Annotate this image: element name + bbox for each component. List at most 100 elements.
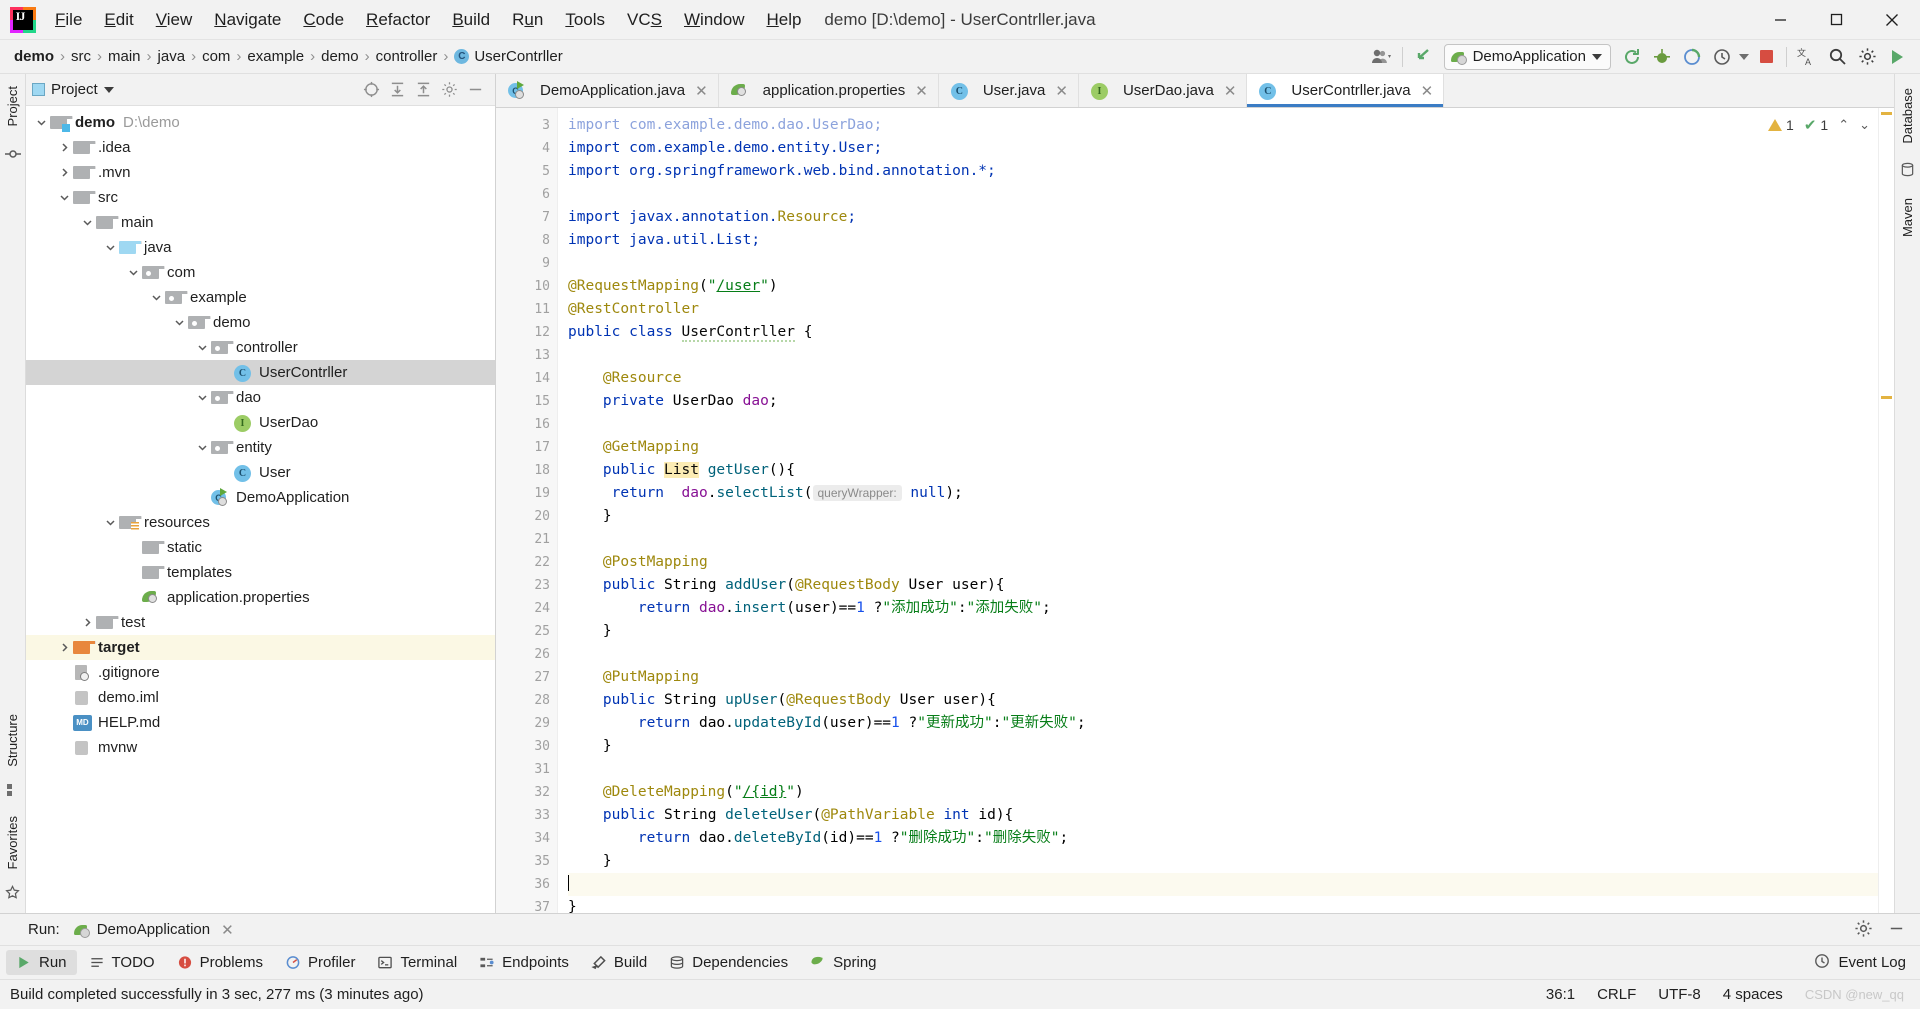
tree-node-demo[interactable]: demo [26,310,495,335]
close-icon[interactable]: ✕ [1224,82,1237,100]
tree-node-help-md[interactable]: MD HELP.md [26,710,495,735]
line-number[interactable]: 3 [496,114,557,137]
editor-tab-usercontrller-java[interactable]: C UserContrller.java ✕ [1247,74,1445,107]
chevron-right-icon[interactable] [55,139,73,157]
inspection-ok-count[interactable]: ✔ 1 [1804,116,1828,134]
editor-tab-application-properties[interactable]: application.properties ✕ [719,74,939,107]
chevron-down-icon[interactable] [103,86,114,93]
breadcrumb-item-src[interactable]: src [67,46,95,67]
tool-button-project[interactable]: Project [3,78,22,134]
line-number[interactable]: 17 [496,436,557,459]
collapse-all-icon[interactable] [389,81,407,99]
chevron-down-icon[interactable] [193,439,211,457]
build-variants-icon[interactable] [6,783,20,800]
code-line[interactable]: private UserDao dao; [568,390,1878,413]
code-line[interactable]: @PutMapping [568,666,1878,689]
menu-tools[interactable]: Tools [554,6,616,34]
line-number[interactable]: 32 [496,781,557,804]
line-number[interactable]: 15 [496,390,557,413]
line-number[interactable]: 22 [496,551,557,574]
line-number[interactable]: 6 [496,183,557,206]
tree-node-demoapplication[interactable]: C DemoApplication [26,485,495,510]
chevron-down-icon[interactable] [55,189,73,207]
prev-highlight-icon[interactable]: ⌃ [1838,117,1849,133]
tool-button-database[interactable]: Database [1898,80,1917,152]
chevron-down-icon[interactable] [147,289,165,307]
rerun-icon[interactable] [1619,45,1645,69]
code-line[interactable] [568,528,1878,551]
database-icon[interactable] [1900,162,1915,180]
line-number[interactable]: 14 [496,367,557,390]
close-icon[interactable]: ✕ [915,82,928,100]
tree-node-resources[interactable]: resources [26,510,495,535]
breadcrumb-item-demo[interactable]: demo [317,46,363,67]
breadcrumb-item-example[interactable]: example [243,46,308,67]
tool-button-structure[interactable]: Structure [3,706,22,775]
run-with-coverage-icon[interactable] [1679,45,1705,69]
tree-node-usercontrller[interactable]: C UserContrller [26,360,495,385]
bottom-tab-dependencies[interactable]: Dependencies [659,950,798,975]
tree-node-demo-iml[interactable]: demo.iml [26,685,495,710]
code-line[interactable] [568,643,1878,666]
bottom-tab-endpoints[interactable]: Endpoints [469,950,579,975]
tree-node-mvnw[interactable]: mvnw [26,735,495,760]
chevron-down-icon[interactable] [78,214,96,232]
breadcrumb-item-controller[interactable]: controller [372,46,442,67]
line-number[interactable]: 16 [496,413,557,436]
code-line[interactable]: public String addUser(@RequestBody User … [568,574,1878,597]
line-number[interactable]: 34 [496,827,557,850]
code-line[interactable]: } [568,896,1878,913]
code-line[interactable]: @DeleteMapping("/{id}") [568,781,1878,804]
breadcrumb-item-demo[interactable]: demo [10,46,58,67]
code-line[interactable]: import java.util.List; [568,229,1878,252]
tree-node-controller[interactable]: controller [26,335,495,360]
chevron-right-icon[interactable] [78,614,96,632]
code-line[interactable] [568,873,1878,896]
line-number[interactable]: 13 [496,344,557,367]
breadcrumb-item-com[interactable]: com [198,46,234,67]
line-number[interactable]: 35 [496,850,603,873]
code-line[interactable]: import com.example.demo.entity.User; [568,137,1878,160]
tree-node-userdao[interactable]: I UserDao [26,410,495,435]
chevron-down-icon[interactable] [101,239,119,257]
url-literal[interactable]: /{id} [743,784,787,800]
search-everywhere-icon[interactable] [1410,45,1436,69]
line-number[interactable]: 20 [496,505,603,528]
line-number[interactable]: 9 [496,252,557,275]
line-number[interactable]: 37 [496,896,557,919]
menu-run[interactable]: Run [501,6,554,34]
code-line[interactable]: @RequestMapping("/user") [568,275,1878,298]
locate-icon[interactable] [363,81,381,99]
line-number[interactable]: 36 [496,873,557,896]
run-configuration-selector[interactable]: DemoApplication [1443,43,1611,70]
editor-content[interactable]: 3 4 5 6 7 8 9 10 11 12 13 14 15 16 17 18 19 20 21 22 23 24 25 2… [496,108,1894,915]
tree-node-entity[interactable]: entity [26,435,495,460]
code-line[interactable]: return dao.insert(user)==1 ?"添加成功":"添加失败… [568,597,1878,620]
code-line[interactable]: } [568,735,1878,758]
debug-icon[interactable] [1649,45,1675,69]
line-number[interactable]: 12 [496,321,584,344]
tree-node-com[interactable]: com [26,260,495,285]
code-line[interactable]: } [568,620,1878,643]
run-tab-demoapplication[interactable]: DemoApplication ✕ [68,919,240,941]
bottom-tab-run[interactable]: Run [6,950,77,975]
indent-setting[interactable]: 4 spaces [1723,986,1783,1003]
line-number[interactable]: 11 [496,298,603,321]
code-line[interactable]: @PostMapping [568,551,1878,574]
user-avatar-icon[interactable] [1369,45,1395,69]
line-number[interactable]: 26 [496,643,557,666]
tree-node--mvn[interactable]: .mvn [26,160,495,185]
code-line[interactable]: public String upUser(@RequestBody User u… [568,689,1878,712]
hide-icon[interactable] [467,81,485,99]
menu-refactor[interactable]: Refactor [355,6,441,34]
inspection-widget[interactable]: 1 ✔ 1 ⌃ ⌄ [1768,116,1870,134]
menu-code[interactable]: Code [292,6,355,34]
breadcrumb-item-current[interactable]: C UserContrller [450,46,566,67]
line-number[interactable]: 27 [496,666,557,689]
settings-icon[interactable] [1854,919,1873,941]
bottom-tab-todo[interactable]: TODO [79,950,165,975]
line-number[interactable]: 5 [496,160,557,183]
expand-all-icon[interactable] [415,81,433,99]
tree-node-application-properties[interactable]: application.properties [26,585,495,610]
code-line[interactable]: @Resource [568,367,1878,390]
